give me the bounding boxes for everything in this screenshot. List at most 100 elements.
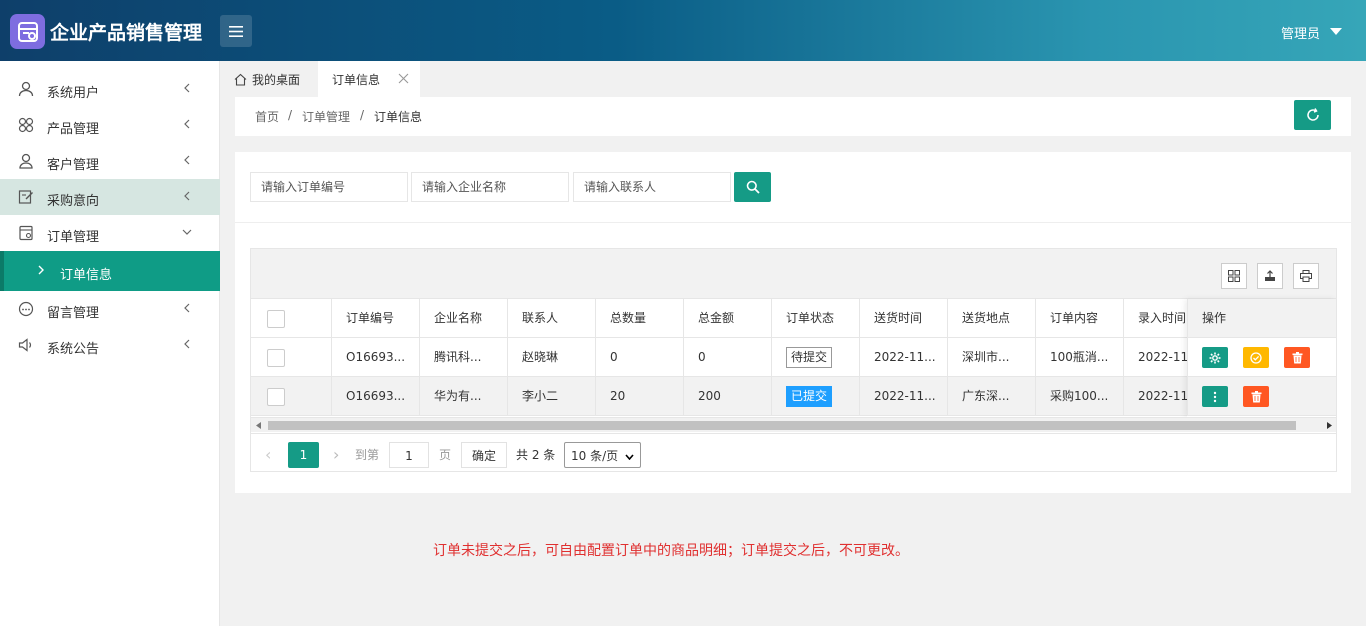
cell-status: 待提交 — [772, 338, 860, 377]
sidebar-item-order-info[interactable]: 订单信息 — [0, 251, 220, 291]
sidebar-item-label: 系统公告 — [47, 342, 100, 357]
orders-table: 订单编号 企业名称 联系人 总数量 总金额 订单状态 送货时间 送货地点 订单内… — [250, 248, 1337, 472]
chevron-down-icon — [182, 229, 192, 235]
col-header-status[interactable]: 订单状态 — [772, 299, 860, 338]
search-button[interactable] — [734, 172, 771, 202]
sidebar-item-label: 系统用户 — [47, 86, 100, 101]
chevron-left-icon — [184, 155, 190, 165]
info-note: 订单未提交之后，可自由配置订单中的商品明细；订单提交之后，不可更改。 — [433, 543, 909, 559]
breadcrumb: 首页 / 订单管理 / 订单信息 — [235, 97, 1351, 136]
status-badge: 已提交 — [786, 386, 833, 407]
caret-down-icon[interactable] — [1330, 28, 1342, 35]
sidebar-item-label: 客户管理 — [47, 158, 100, 173]
sidebar-item-order-management[interactable]: 订单管理 — [0, 215, 220, 251]
scrollbar-thumb[interactable] — [268, 421, 1296, 430]
chevron-down-icon — [625, 454, 634, 461]
sidebar-item-purchase-intent[interactable]: 采购意向 — [0, 179, 220, 215]
current-page[interactable]: 1 — [288, 442, 319, 468]
top-header: 企业产品销售管理 管理员 — [0, 0, 1366, 61]
pagination: ‹ 1 › 到第 1 页 确定 共 2 条 10 条/页 — [251, 433, 1336, 471]
sidebar-item-system-users[interactable]: 系统用户 — [0, 71, 220, 107]
configure-button[interactable] — [1202, 347, 1228, 368]
page-unit-label: 页 — [439, 448, 452, 462]
more-button[interactable] — [1202, 386, 1228, 407]
export-button[interactable] — [1257, 263, 1283, 289]
sidebar-item-messages[interactable]: 留言管理 — [0, 291, 220, 327]
table-row: O16693... 华为有... 李小二 20 200 已提交 2022-11.… — [251, 377, 1336, 416]
delete-button[interactable] — [1243, 386, 1269, 407]
cell-qty: 20 — [596, 377, 684, 416]
delete-button[interactable] — [1284, 347, 1310, 368]
chat-icon — [18, 301, 34, 317]
cell-address: 广东深... — [948, 377, 1036, 416]
col-header-company[interactable]: 企业名称 — [420, 299, 508, 338]
col-header-delivery-time[interactable]: 送货时间 — [860, 299, 948, 338]
column-filter-button[interactable] — [1221, 263, 1247, 289]
company-search-input[interactable] — [411, 172, 569, 202]
cell-contact: 赵晓琳 — [508, 338, 596, 377]
goto-confirm-button[interactable]: 确定 — [461, 442, 508, 468]
select-all-cell — [251, 299, 332, 338]
speaker-icon — [18, 338, 32, 352]
sidebar-item-label: 产品管理 — [47, 122, 100, 137]
col-header-content[interactable]: 订单内容 — [1036, 299, 1124, 338]
refresh-icon — [1306, 108, 1319, 121]
close-icon[interactable] — [398, 73, 409, 84]
trash-icon — [1292, 351, 1302, 363]
row-checkbox[interactable] — [267, 388, 285, 406]
row-select-cell — [251, 377, 332, 416]
gear-icon — [1209, 352, 1221, 363]
cell-company: 华为有... — [420, 377, 508, 416]
row-checkbox[interactable] — [267, 349, 285, 367]
tab-bar: 我的桌面 订单信息 — [220, 61, 1366, 97]
col-header-operations: 操作 — [1187, 299, 1336, 338]
order-icon — [19, 225, 33, 241]
order-no-search-input[interactable] — [250, 172, 408, 202]
col-header-qty[interactable]: 总数量 — [596, 299, 684, 338]
goto-page-input[interactable]: 1 — [389, 442, 429, 468]
col-header-amount[interactable]: 总金额 — [684, 299, 772, 338]
chevron-right-icon — [38, 265, 44, 275]
sidebar-item-products[interactable]: 产品管理 — [0, 107, 220, 143]
col-header-address[interactable]: 送货地点 — [948, 299, 1036, 338]
status-badge: 待提交 — [786, 347, 833, 368]
check-circle-icon — [1250, 351, 1262, 364]
breadcrumb-separator: / — [288, 108, 293, 122]
scroll-right-icon[interactable] — [1326, 422, 1332, 429]
breadcrumb-section[interactable]: 订单管理 — [302, 108, 350, 125]
print-button[interactable] — [1293, 263, 1319, 289]
export-icon — [1265, 270, 1275, 281]
refresh-button[interactable] — [1294, 100, 1331, 130]
select-all-checkbox[interactable] — [267, 310, 285, 328]
col-header-contact[interactable]: 联系人 — [508, 299, 596, 338]
breadcrumb-current: 订单信息 — [374, 110, 423, 124]
breadcrumb-home[interactable]: 首页 — [255, 108, 279, 125]
scroll-left-icon[interactable] — [256, 422, 262, 429]
tab-orders[interactable]: 订单信息 — [318, 61, 420, 97]
cell-amount: 200 — [684, 377, 772, 416]
prev-page-button[interactable]: ‹ — [265, 442, 271, 468]
sidebar-item-label: 留言管理 — [47, 306, 100, 321]
tab-home[interactable]: 我的桌面 — [220, 61, 318, 97]
cell-delivery-time: 2022-11... — [860, 338, 948, 377]
cell-order-no: O16693... — [332, 377, 420, 416]
sidebar-item-customers[interactable]: 客户管理 — [0, 143, 220, 179]
ops-row — [1187, 338, 1336, 377]
home-icon — [234, 73, 247, 86]
chevron-left-icon — [184, 339, 190, 349]
cell-content: 100瓶消... — [1036, 338, 1124, 377]
menu-toggle-button[interactable] — [220, 15, 252, 47]
col-header-order-no[interactable]: 订单编号 — [332, 299, 420, 338]
user-menu[interactable]: 管理员 — [1281, 23, 1320, 42]
submit-button[interactable] — [1243, 347, 1269, 368]
divider — [235, 222, 1351, 223]
horizontal-scrollbar[interactable] — [251, 417, 1336, 432]
operations-column: 操作 — [1187, 299, 1336, 417]
next-page-button[interactable]: › — [333, 442, 339, 468]
contact-search-input[interactable] — [573, 172, 731, 202]
sidebar-item-announcements[interactable]: 系统公告 — [0, 327, 220, 363]
user-icon — [18, 81, 34, 97]
goto-label: 到第 — [355, 448, 380, 462]
ops-row — [1187, 377, 1336, 416]
page-size-select[interactable]: 10 条/页 — [564, 442, 641, 468]
